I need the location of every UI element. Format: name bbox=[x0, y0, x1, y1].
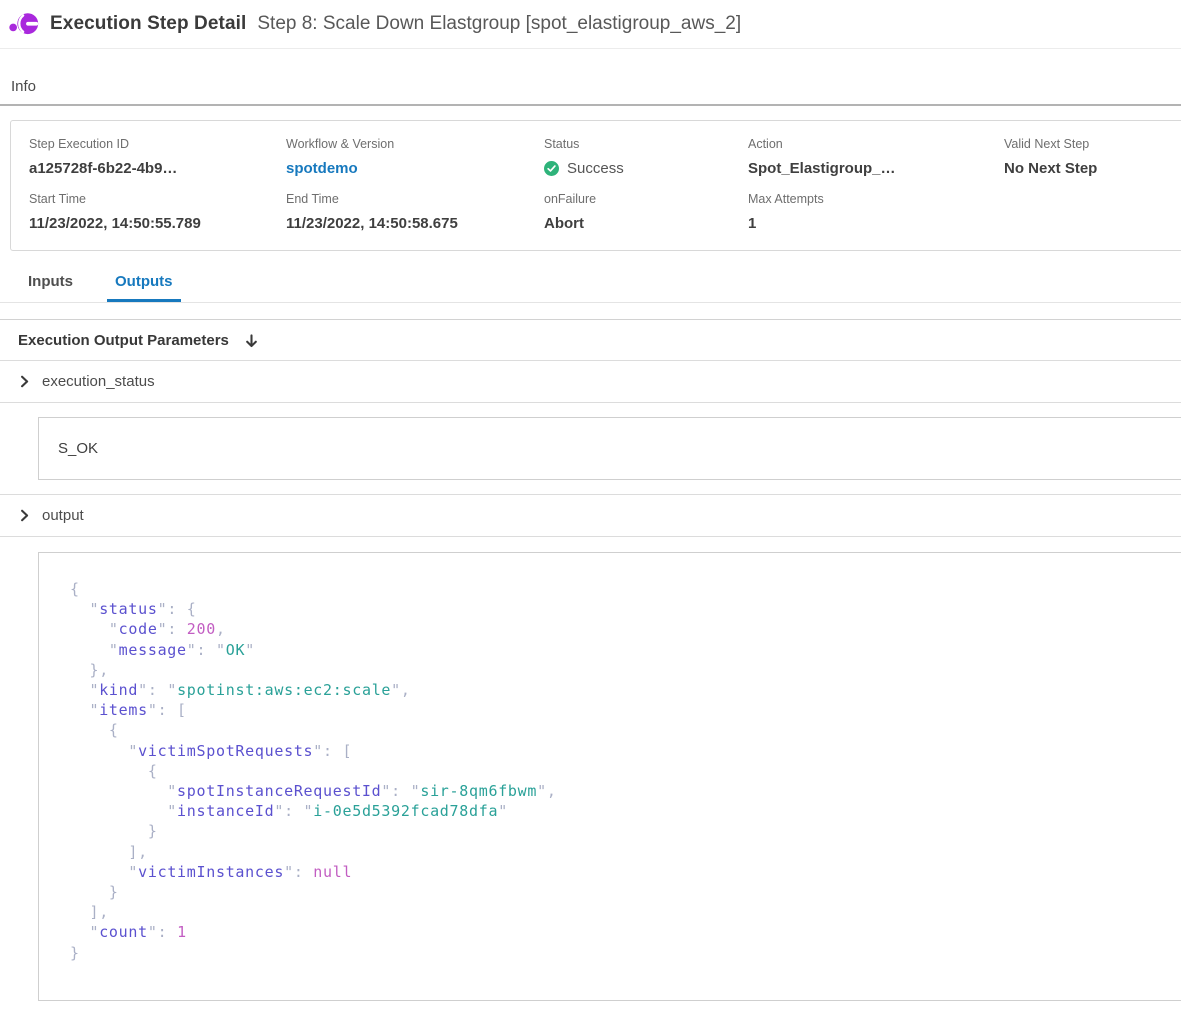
param-row-output[interactable]: output bbox=[0, 495, 1181, 536]
json-code: { "status": { "code": 200, "message": "O… bbox=[70, 579, 1181, 963]
spot-logo-icon bbox=[9, 11, 39, 38]
field-label: Valid Next Step bbox=[1004, 137, 1181, 151]
field-max-attempts: Max Attempts 1 bbox=[748, 192, 1004, 232]
info-card: Step Execution ID a125728f-6b22-4b9… Wor… bbox=[10, 120, 1181, 251]
field-value: Spot_Elastigroup_… bbox=[748, 160, 1004, 177]
tab-outputs[interactable]: Outputs bbox=[107, 273, 181, 302]
field-label: onFailure bbox=[544, 192, 748, 206]
output-parameters-header: Execution Output Parameters bbox=[0, 320, 1181, 360]
field-workflow-version: Workflow & Version spotdemo bbox=[286, 137, 544, 177]
info-divider bbox=[0, 104, 1181, 106]
field-label: Start Time bbox=[29, 192, 286, 206]
field-label: End Time bbox=[286, 192, 544, 206]
chevron-right-icon bbox=[18, 374, 31, 389]
param-row-execution-status[interactable]: execution_status bbox=[0, 361, 1181, 402]
field-label: Status bbox=[544, 137, 748, 151]
field-label: Action bbox=[748, 137, 1004, 151]
status-badge: Success bbox=[544, 160, 748, 177]
output-json-box: { "status": { "code": 200, "message": "O… bbox=[38, 552, 1181, 1001]
field-status: Status Success bbox=[544, 137, 748, 177]
field-label: Step Execution ID bbox=[29, 137, 286, 151]
success-check-icon bbox=[544, 161, 559, 176]
tab-bar: Inputs Outputs bbox=[0, 273, 1181, 303]
field-value: 11/23/2022, 14:50:58.675 bbox=[286, 215, 544, 232]
execution-status-value: S_OK bbox=[58, 440, 98, 457]
execution-step-detail-page: Execution Step Detail Step 8: Scale Down… bbox=[0, 0, 1181, 1018]
page-header: Execution Step Detail Step 8: Scale Down… bbox=[0, 0, 1181, 49]
divider bbox=[0, 536, 1181, 537]
expand-all-arrow[interactable] bbox=[244, 333, 259, 349]
tab-inputs[interactable]: Inputs bbox=[20, 273, 81, 302]
field-value: 11/23/2022, 14:50:55.789 bbox=[29, 215, 286, 232]
arrow-down-icon bbox=[244, 333, 259, 349]
info-section-label: Info bbox=[11, 78, 1181, 95]
field-start-time: Start Time 11/23/2022, 14:50:55.789 bbox=[29, 192, 286, 232]
field-step-execution-id: Step Execution ID a125728f-6b22-4b9… bbox=[29, 137, 286, 177]
field-label: Max Attempts bbox=[748, 192, 1004, 206]
output-parameters-title: Execution Output Parameters bbox=[18, 332, 229, 349]
page-subtitle: Step 8: Scale Down Elastgroup [spot_elas… bbox=[257, 13, 741, 35]
status-text: Success bbox=[567, 160, 624, 177]
execution-status-value-box: S_OK bbox=[38, 417, 1181, 480]
divider bbox=[0, 402, 1181, 403]
field-valid-next-step: Valid Next Step No Next Step bbox=[1004, 137, 1181, 177]
workflow-link[interactable]: spotdemo bbox=[286, 160, 544, 177]
field-end-time: End Time 11/23/2022, 14:50:58.675 bbox=[286, 192, 544, 232]
field-value: a125728f-6b22-4b9… bbox=[29, 160, 286, 177]
field-label: Workflow & Version bbox=[286, 137, 544, 151]
field-value: No Next Step bbox=[1004, 160, 1181, 177]
chevron-right-icon bbox=[18, 508, 31, 523]
field-onfailure: onFailure Abort bbox=[544, 192, 748, 232]
field-value: Abort bbox=[544, 215, 748, 232]
param-name: execution_status bbox=[42, 373, 155, 390]
field-action: Action Spot_Elastigroup_… bbox=[748, 137, 1004, 177]
page-title: Execution Step Detail bbox=[50, 13, 246, 35]
param-name: output bbox=[42, 507, 84, 524]
field-value: 1 bbox=[748, 215, 1004, 232]
